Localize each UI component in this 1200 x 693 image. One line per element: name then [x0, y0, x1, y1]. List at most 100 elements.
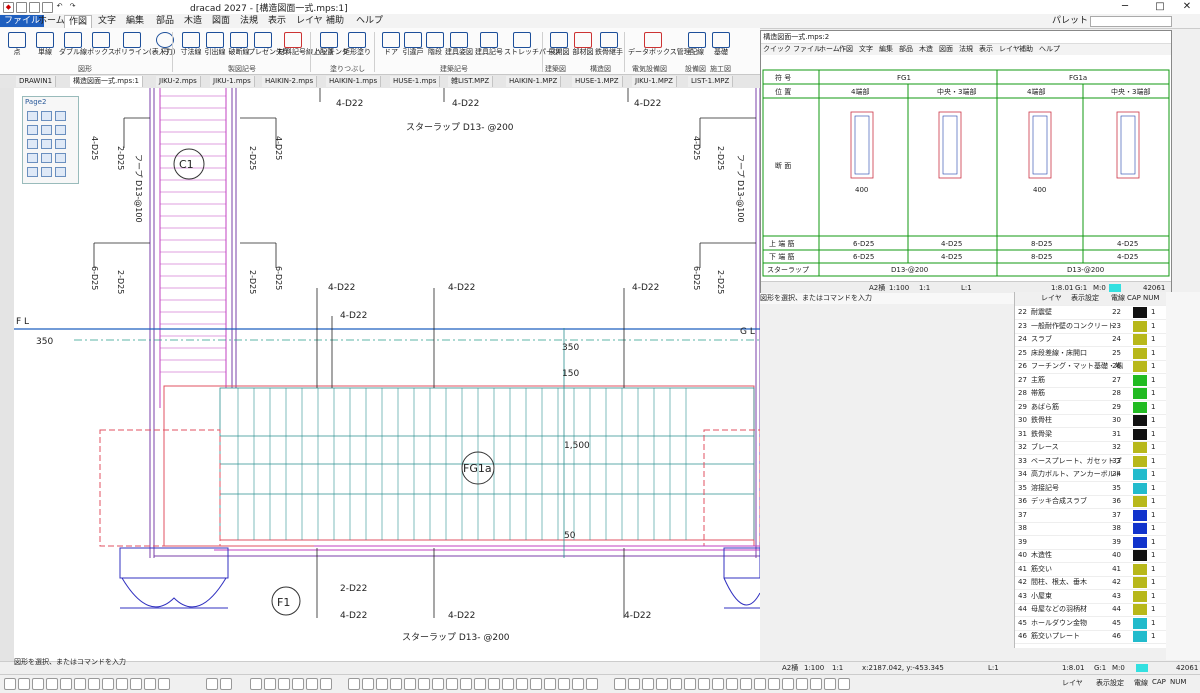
- tab-structural-set[interactable]: 構造図面一式.mps:1: [70, 76, 143, 87]
- material-symbol-button[interactable]: 材料記号線上配置: [278, 30, 334, 60]
- right-scroll-area[interactable]: [1166, 292, 1200, 660]
- page-thumb[interactable]: [27, 111, 38, 121]
- tab-haikin2[interactable]: HAIKIN-2.mps: [262, 76, 318, 87]
- layer-visibility[interactable]: 1: [1151, 306, 1165, 319]
- tab-huse1-mpz[interactable]: HUSE-1.MPZ: [572, 76, 623, 87]
- polyline-button[interactable]: ポリライン(表入力): [114, 30, 175, 60]
- tool-icon[interactable]: [404, 678, 416, 690]
- menu-edit[interactable]: 編集: [122, 15, 148, 27]
- tool-icon[interactable]: [206, 678, 218, 690]
- point-button[interactable]: 点: [2, 30, 32, 60]
- page-thumb[interactable]: [55, 139, 66, 149]
- tool-icon[interactable]: [460, 678, 472, 690]
- tab-huse1[interactable]: HUSE-1.mps: [390, 76, 441, 87]
- layer-color-swatch[interactable]: [1133, 388, 1147, 399]
- w2-menu-parts[interactable]: 部品: [899, 44, 913, 55]
- layer-visibility[interactable]: 1: [1151, 563, 1165, 576]
- tool-icon[interactable]: [74, 678, 86, 690]
- layer-color-swatch[interactable]: [1133, 482, 1147, 494]
- tool-icon[interactable]: [18, 678, 30, 690]
- undo-icon[interactable]: ↶: [55, 2, 64, 11]
- status-color-swatch[interactable]: [1136, 664, 1148, 672]
- tool-icon[interactable]: [754, 678, 766, 690]
- command-prompt-secondary[interactable]: 図形を選択、またはコマンドを入力: [760, 293, 1020, 304]
- tool-icon[interactable]: [614, 678, 626, 690]
- tool-icon[interactable]: [782, 678, 794, 690]
- layer-row[interactable]: 29 あばら筋 29 1: [1015, 401, 1167, 415]
- menu-text[interactable]: 文字: [94, 15, 120, 27]
- tool-icon[interactable]: [116, 678, 128, 690]
- layer-color-swatch[interactable]: [1133, 617, 1147, 629]
- layer-visibility[interactable]: 1: [1151, 401, 1165, 414]
- tool-icon[interactable]: [474, 678, 486, 690]
- tool-icon[interactable]: [670, 678, 682, 690]
- presentation-arrow-button[interactable]: プレゼン矢印: [248, 30, 290, 60]
- tool-icon[interactable]: [390, 678, 402, 690]
- layer-color-swatch[interactable]: [1133, 469, 1147, 480]
- layer-row[interactable]: 26 フーチング・マット基礎・場所 26 1: [1015, 360, 1167, 374]
- foundation-button[interactable]: 基礎: [706, 30, 736, 60]
- layer-row[interactable]: 36 デッキ合成スラブ 36 1: [1015, 495, 1167, 509]
- close-button[interactable]: ✕: [1172, 0, 1200, 14]
- layer-visibility[interactable]: 1: [1151, 495, 1165, 508]
- layer-row[interactable]: 44 母屋などの羽柄材 44 1: [1015, 603, 1167, 617]
- tool-icon[interactable]: [656, 678, 668, 690]
- page-thumb[interactable]: [41, 153, 52, 163]
- menu-draw[interactable]: 作図: [64, 15, 93, 28]
- tool-icon[interactable]: [144, 678, 156, 690]
- layer-row[interactable]: 41 筋交い 41 1: [1015, 563, 1167, 577]
- layer-visibility[interactable]: 1: [1151, 590, 1165, 603]
- layer-visibility[interactable]: 1: [1151, 374, 1165, 387]
- menu-law[interactable]: 法規: [236, 15, 262, 27]
- layer-row[interactable]: 43 小屋束 43 1: [1015, 590, 1167, 604]
- layer-row[interactable]: 38 38 1: [1015, 522, 1167, 536]
- tool-icon[interactable]: [712, 678, 724, 690]
- tool-icon[interactable]: [446, 678, 458, 690]
- w2-menu-quick[interactable]: クイック: [763, 44, 791, 55]
- steel-joint-button[interactable]: 鉄骨継手: [594, 30, 624, 60]
- status-layer[interactable]: L:1: [988, 662, 999, 674]
- page-thumb[interactable]: [55, 167, 66, 177]
- tool-icon[interactable]: [320, 678, 332, 690]
- tab-list-mpz[interactable]: 雑LIST.MPZ: [448, 76, 494, 87]
- tool-icon[interactable]: [810, 678, 822, 690]
- layer-color-swatch[interactable]: [1133, 374, 1147, 386]
- tool-icon[interactable]: [250, 678, 262, 690]
- save-icon[interactable]: [42, 2, 53, 13]
- layer-color-swatch[interactable]: [1133, 590, 1147, 602]
- palette-select[interactable]: [1090, 16, 1172, 27]
- tab-jiku2[interactable]: JIKU-2.mps: [156, 76, 201, 87]
- layer-row[interactable]: 46 筋交いプレート 46 1: [1015, 630, 1167, 644]
- tool-icon[interactable]: [838, 678, 850, 690]
- layer-visibility[interactable]: 1: [1151, 549, 1165, 562]
- tool-icon[interactable]: [264, 678, 276, 690]
- minimize-button[interactable]: ─: [1110, 0, 1140, 14]
- tool-icon[interactable]: [726, 678, 738, 690]
- tool-icon[interactable]: [432, 678, 444, 690]
- menu-total[interactable]: 表示: [264, 15, 290, 27]
- tool-icon[interactable]: [220, 678, 232, 690]
- layer-row[interactable]: 22 耐震壁 22 1: [1015, 306, 1167, 320]
- layer-color-swatch[interactable]: [1133, 442, 1147, 453]
- layer-visibility[interactable]: 1: [1151, 428, 1165, 441]
- tool-icon[interactable]: [558, 678, 570, 690]
- tool-icon[interactable]: [516, 678, 528, 690]
- tab-drawin1[interactable]: DRAWIN1: [16, 76, 57, 87]
- tool-icon[interactable]: [502, 678, 514, 690]
- w2-menu-file[interactable]: ファイル: [793, 44, 821, 55]
- tool-icon[interactable]: [158, 678, 170, 690]
- w2-color-swatch[interactable]: [1109, 284, 1121, 292]
- layer-row[interactable]: 28 帯筋 28 1: [1015, 387, 1167, 401]
- w2-menu-draw[interactable]: 作図: [839, 44, 853, 55]
- layer-visibility[interactable]: 1: [1151, 320, 1165, 333]
- w2-menu-total[interactable]: 表示: [979, 44, 993, 55]
- layer-visibility[interactable]: 1: [1151, 536, 1165, 549]
- tab-jiku1-mpz[interactable]: JIKU-1.MPZ: [632, 76, 677, 87]
- tool-icon[interactable]: [572, 678, 584, 690]
- layer-visibility[interactable]: 1: [1151, 360, 1165, 373]
- layer-row[interactable]: 39 39 1: [1015, 536, 1167, 550]
- data-box-button[interactable]: データボックス管理: [628, 30, 691, 60]
- layer-row[interactable]: 32 ブレース 32 1: [1015, 441, 1167, 455]
- layer-color-swatch[interactable]: [1133, 361, 1147, 372]
- page-thumb[interactable]: [41, 139, 52, 149]
